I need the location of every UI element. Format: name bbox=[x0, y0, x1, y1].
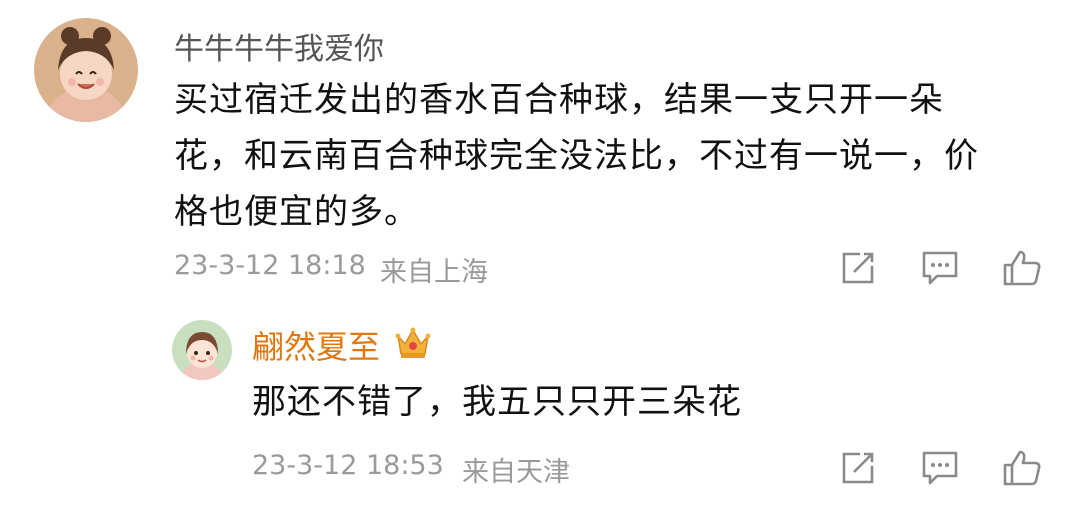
comment-avatar[interactable] bbox=[34, 18, 138, 122]
reply-location: 来自天津 bbox=[462, 457, 570, 488]
reply-avatar[interactable] bbox=[172, 320, 232, 380]
comment-icon bbox=[922, 451, 958, 485]
reply-timestamp: 23-3-12 18:53 bbox=[252, 450, 444, 481]
comment-share-button[interactable] bbox=[836, 246, 880, 290]
share-icon bbox=[842, 252, 874, 284]
comment-text: 买过宿迁发出的香水百合种球，结果一支只开一朵花，和云南百合种球完全没法比，不过有… bbox=[174, 80, 979, 232]
reply-username[interactable]: 翩然夏至 bbox=[252, 322, 380, 368]
like-icon bbox=[1003, 450, 1041, 486]
comment-icon bbox=[922, 251, 958, 285]
share-icon bbox=[842, 452, 874, 484]
comment-timestamp: 23-3-12 18:18 bbox=[174, 250, 366, 281]
crown-icon bbox=[394, 324, 432, 362]
reply-reply-button[interactable] bbox=[918, 446, 962, 490]
comment-username[interactable]: 牛牛牛牛我爱你 bbox=[174, 24, 384, 68]
comment-like-button[interactable] bbox=[1000, 246, 1044, 290]
comment-reply-button[interactable] bbox=[918, 246, 962, 290]
like-icon bbox=[1003, 250, 1041, 286]
reply-share-button[interactable] bbox=[836, 446, 880, 490]
reply-text: 那还不错了，我五只只开三朵花 bbox=[252, 382, 742, 422]
reply-like-button[interactable] bbox=[1000, 446, 1044, 490]
comment-location: 来自上海 bbox=[380, 257, 488, 288]
